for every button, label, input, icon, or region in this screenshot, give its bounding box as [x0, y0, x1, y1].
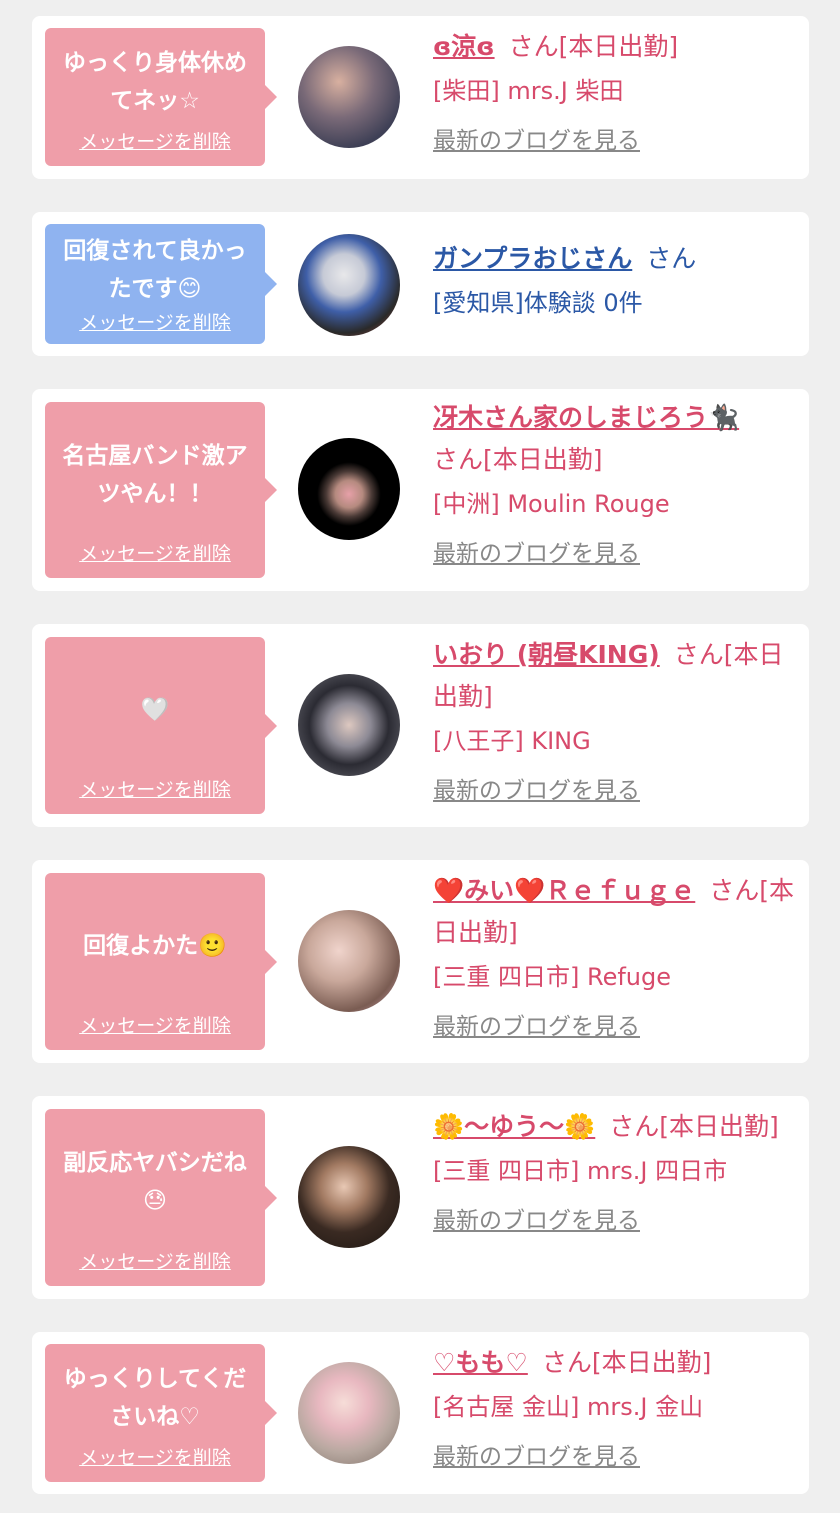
delete-message-link[interactable]: メッセージを削除	[79, 539, 231, 570]
sender-status: さん[本日出勤]	[541, 1348, 712, 1377]
message-card: 名古屋バンド激アツやん！！ メッセージを削除 冴木さん家のしまじろう🐈‍⬛ さん[…	[32, 389, 809, 591]
message-bubble: 🤍 メッセージを削除	[45, 637, 277, 814]
message-card: ゆっくり身体休めてネッ☆ メッセージを削除 ɞ涼ɞ さん[本日出勤] [柴田] m…	[32, 16, 809, 179]
message-text: 🤍	[140, 697, 170, 723]
message-text: ゆっくり身体休めてネッ☆	[63, 49, 247, 114]
message-text: 回復よかた🙂	[83, 933, 227, 959]
message-card: 回復されて良かったです😊 メッセージを削除 ガンプラおじさん さん [愛知県]体験…	[32, 212, 809, 356]
delete-message-link[interactable]: メッセージを削除	[79, 1247, 231, 1278]
shop-label: [柴田] mrs.J 柴田	[433, 77, 624, 105]
shop-label: [八王子] KING	[433, 727, 591, 755]
message-text: ゆっくりしてくださいね♡	[63, 1365, 247, 1430]
latest-blog-link[interactable]: 最新のブログを見る	[433, 1204, 795, 1238]
latest-blog-link[interactable]: 最新のブログを見る	[433, 774, 795, 808]
sender-info: ガンプラおじさん さん [愛知県]体験談 0件	[433, 238, 795, 324]
message-card: 回復よかた🙂 メッセージを削除 ❤️みい❤️Ｒｅｆｕｇｅ さん[本日出勤] [三重…	[32, 860, 809, 1063]
message-card: ゆっくりしてくださいね♡ メッセージを削除 ♡もも♡ さん[本日出勤] [名古屋 …	[32, 1332, 809, 1494]
avatar[interactable]	[298, 438, 400, 540]
shop-label: [名古屋 金山] mrs.J 金山	[433, 1393, 704, 1421]
sender-info: ɞ涼ɞ さん[本日出勤] [柴田] mrs.J 柴田 最新のブログを見る	[433, 26, 795, 158]
sender-name-link[interactable]: ♡もも♡	[433, 1348, 528, 1377]
sender-info: 🌼〜ゆう〜🌼 さん[本日出勤] [三重 四日市] mrs.J 四日市 最新のブログ…	[433, 1106, 795, 1238]
sender-status: さん	[646, 244, 697, 273]
avatar[interactable]	[298, 910, 400, 1012]
message-bubble: 回復されて良かったです😊 メッセージを削除	[45, 224, 277, 344]
avatar[interactable]	[298, 1362, 400, 1464]
latest-blog-link[interactable]: 最新のブログを見る	[433, 1440, 795, 1474]
message-bubble: 名古屋バンド激アツやん！！ メッセージを削除	[45, 402, 277, 578]
message-bubble: 副反応ヤバシだね😓 メッセージを削除	[45, 1109, 277, 1286]
sender-status: さん[本日出勤]	[508, 32, 679, 61]
message-bubble: ゆっくり身体休めてネッ☆ メッセージを削除	[45, 28, 277, 166]
message-card: 副反応ヤバシだね😓 メッセージを削除 🌼〜ゆう〜🌼 さん[本日出勤] [三重 四日…	[32, 1096, 809, 1299]
message-bubble: 回復よかた🙂 メッセージを削除	[45, 873, 277, 1050]
latest-blog-link[interactable]: 最新のブログを見る	[433, 124, 795, 158]
sender-info: 冴木さん家のしまじろう🐈‍⬛ さん[本日出勤] [中洲] Moulin Rouge…	[433, 397, 795, 571]
delete-message-link[interactable]: メッセージを削除	[79, 1443, 231, 1474]
delete-message-link[interactable]: メッセージを削除	[79, 127, 231, 158]
message-text: 名古屋バンド激アツやん！！	[62, 442, 248, 507]
latest-blog-link[interactable]: 最新のブログを見る	[433, 537, 795, 571]
sender-info: ❤️みい❤️Ｒｅｆｕｇｅ さん[本日出勤] [三重 四日市] Refuge 最新の…	[433, 870, 795, 1044]
sender-info: いおり (朝昼KING) さん[本日出勤] [八王子] KING 最新のブログを見…	[433, 634, 795, 808]
sender-status: さん[本日出勤]	[433, 445, 603, 474]
latest-blog-link[interactable]: 最新のブログを見る	[433, 1010, 795, 1044]
delete-message-link[interactable]: メッセージを削除	[79, 1011, 231, 1042]
shop-label: [中洲] Moulin Rouge	[433, 490, 670, 518]
message-card: 🤍 メッセージを削除 いおり (朝昼KING) さん[本日出勤] [八王子] KI…	[32, 624, 809, 827]
avatar[interactable]	[298, 674, 400, 776]
delete-message-link[interactable]: メッセージを削除	[79, 775, 231, 806]
delete-message-link[interactable]: メッセージを削除	[79, 308, 231, 339]
sender-name-link[interactable]: ɞ涼ɞ	[433, 32, 495, 61]
avatar[interactable]	[298, 1146, 400, 1248]
sender-status: さん[本日出勤]	[609, 1112, 779, 1141]
sender-name-link[interactable]: 🌼〜ゆう〜🌼	[433, 1112, 595, 1141]
sender-name-link[interactable]: 冴木さん家のしまじろう🐈‍⬛	[433, 403, 739, 432]
sender-info: ♡もも♡ さん[本日出勤] [名古屋 金山] mrs.J 金山 最新のブログを見る	[433, 1342, 795, 1474]
message-text: 副反応ヤバシだね😓	[63, 1150, 247, 1214]
message-bubble: ゆっくりしてくださいね♡ メッセージを削除	[45, 1344, 277, 1482]
sender-name-link[interactable]: ガンプラおじさん	[433, 244, 632, 273]
avatar[interactable]	[298, 234, 400, 336]
avatar[interactable]	[298, 46, 400, 148]
message-text: 回復されて良かったです😊	[63, 238, 247, 302]
sender-name-link[interactable]: いおり (朝昼KING)	[433, 640, 660, 669]
shop-label: [三重 四日市] mrs.J 四日市	[433, 1157, 728, 1185]
shop-label: [愛知県]体験談 0件	[433, 289, 643, 317]
sender-name-link[interactable]: ❤️みい❤️Ｒｅｆｕｇｅ	[433, 876, 695, 905]
shop-label: [三重 四日市] Refuge	[433, 963, 672, 991]
